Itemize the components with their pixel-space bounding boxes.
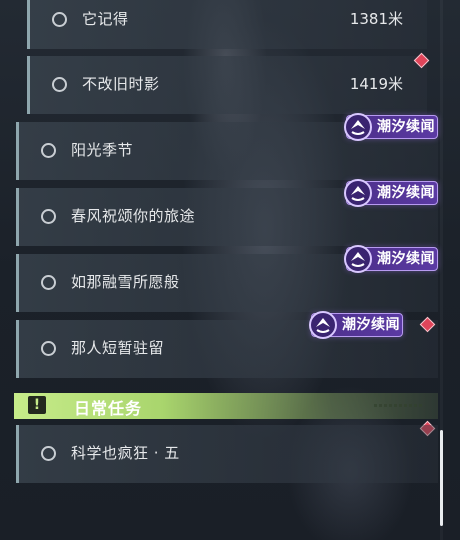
quest-row-bugaijiushiying[interactable]: 不改旧时影 1419米 — [27, 56, 427, 114]
tidal-tale-badge: 潮汐续闻 — [344, 245, 438, 273]
tidal-emblem-icon — [344, 179, 372, 207]
tidal-tale-badge: 潮汐续闻 — [344, 113, 438, 141]
quest-status-circle-icon — [41, 341, 56, 356]
quest-status-circle-icon — [52, 77, 67, 92]
tidal-tale-badge: 潮汐续闻 — [309, 311, 403, 339]
badge-label: 潮汐续闻 — [377, 185, 435, 201]
tidal-emblem-icon — [309, 311, 337, 339]
badge-label: 潮汐续闻 — [377, 251, 435, 267]
quest-row-taji[interactable]: 它记得 1381米 — [27, 0, 427, 49]
quest-name: 不改旧时影 — [82, 75, 160, 93]
tidal-emblem-icon — [344, 245, 372, 273]
quest-status-circle-icon — [52, 12, 67, 27]
badge-label: 潮汐续闻 — [377, 119, 435, 135]
header-decoration — [374, 404, 422, 407]
badge-label: 潮汐续闻 — [342, 317, 400, 333]
tidal-emblem-icon — [344, 113, 372, 141]
section-title: 日常任务 — [74, 399, 143, 418]
daily-tasks-header[interactable]: ! 日常任务 — [14, 393, 438, 419]
tidal-tale-badge: 潮汐续闻 — [344, 179, 438, 207]
quest-name: 科学也疯狂 · 五 — [71, 444, 180, 462]
quest-name: 它记得 — [82, 10, 129, 28]
quest-distance: 1419米 — [349, 75, 403, 93]
scrollbar-thumb[interactable] — [440, 430, 443, 526]
quest-name: 阳光季节 — [71, 141, 134, 159]
quest-name: 春风祝颂你的旅途 — [71, 207, 196, 225]
exclamation-icon: ! — [28, 396, 46, 414]
quest-distance: 1381米 — [349, 10, 403, 28]
daily-quest-row[interactable]: 科学也疯狂 · 五 — [16, 425, 438, 483]
quest-name: 如那融雪所愿般 — [71, 273, 180, 291]
quest-status-circle-icon — [41, 209, 56, 224]
quest-status-circle-icon — [41, 143, 56, 158]
quest-status-circle-icon — [41, 446, 56, 461]
quest-name: 那人短暂驻留 — [71, 339, 165, 357]
quest-status-circle-icon — [41, 275, 56, 290]
